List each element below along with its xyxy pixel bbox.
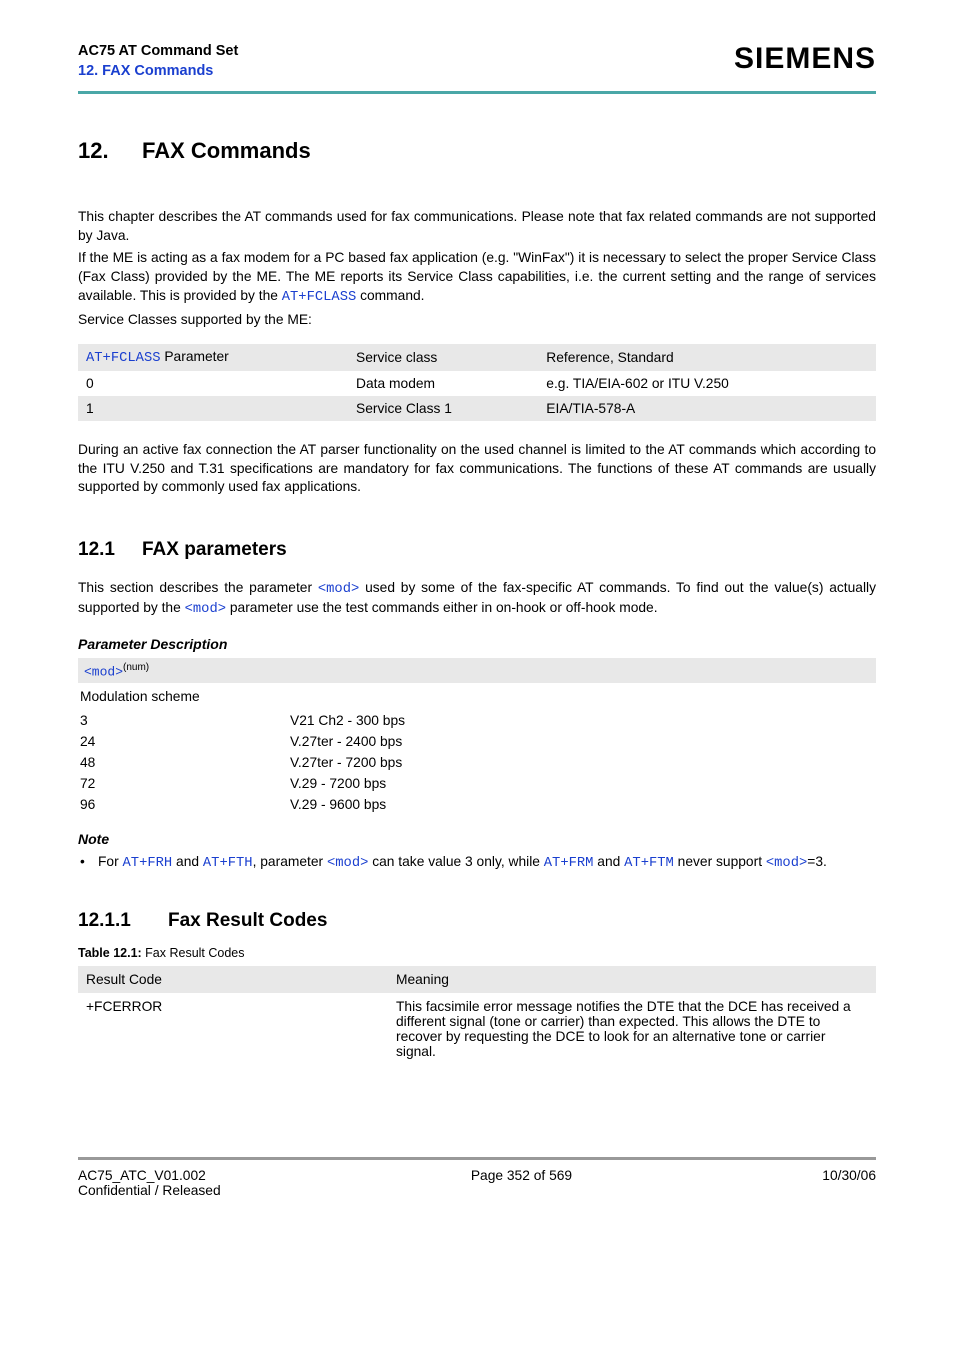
page: AC75 AT Command Set 12. FAX Commands SIE…: [0, 0, 954, 1234]
page-footer: AC75_ATC_V01.002 Confidential / Released…: [78, 1168, 876, 1198]
header-left: AC75 AT Command Set 12. FAX Commands: [78, 42, 238, 81]
table-caption: Table 12.1: Fax Result Codes: [78, 946, 876, 960]
table-header-row: AT+FCLASS Parameter Service class Refere…: [78, 344, 876, 371]
header-divider: [78, 91, 876, 94]
atfrh-link[interactable]: AT+FRH: [123, 856, 173, 871]
note-list: For AT+FRH and AT+FTH, parameter <mod> c…: [78, 853, 876, 874]
table-row: 0 Data modem e.g. TIA/EIA-602 or ITU V.2…: [78, 371, 876, 396]
chapter-outro: During an active fax connection the AT p…: [78, 441, 876, 497]
section-title: FAX parameters: [142, 539, 287, 560]
page-header: AC75 AT Command Set 12. FAX Commands SIE…: [78, 42, 876, 81]
chapter-heading: 12.FAX Commands: [78, 138, 876, 164]
mod-param-sup: (num): [123, 662, 149, 673]
fax-result-codes-table: Result Code Meaning +FCERROR This facsim…: [78, 966, 876, 1065]
atfth-link[interactable]: AT+FTH: [203, 856, 253, 871]
atfrm-link[interactable]: AT+FRM: [544, 856, 594, 871]
footer-divider: [78, 1157, 876, 1160]
doc-subtitle: 12. FAX Commands: [78, 62, 238, 82]
chapter-intro-1: This chapter describes the AT commands u…: [78, 208, 876, 245]
mod-param-tag[interactable]: <mod>: [84, 664, 123, 679]
mod-link-3[interactable]: <mod>: [327, 856, 368, 871]
note-item: For AT+FRH and AT+FTH, parameter <mod> c…: [78, 853, 876, 874]
atfclass-header-link[interactable]: AT+FCLASS: [86, 351, 161, 366]
atftm-link[interactable]: AT+FTM: [624, 856, 674, 871]
table-caption-label: Table 12.1:: [78, 946, 142, 960]
chapter-intro-2-pre: If the ME is acting as a fax modem for a…: [78, 250, 876, 302]
footer-doc-id: AC75_ATC_V01.002: [78, 1168, 221, 1183]
section-heading: 12.1FAX parameters: [78, 539, 876, 561]
siemens-logo: SIEMENS: [734, 42, 876, 76]
parameter-description-head: Parameter Description: [78, 636, 876, 652]
section-number: 12.1: [78, 539, 142, 561]
section-intro: This section describes the parameter <mo…: [78, 579, 876, 620]
subsection-heading: 12.1.1Fax Result Codes: [78, 910, 876, 932]
table-row: 1 Service Class 1 EIA/TIA-578-A: [78, 396, 876, 421]
modulation-scheme-title: Modulation scheme: [80, 689, 876, 704]
table-row: 24V.27ter - 2400 bps: [80, 731, 405, 752]
note-head: Note: [78, 831, 876, 847]
service-classes-intro: Service Classes supported by the ME:: [78, 311, 876, 330]
chapter-number: 12.: [78, 138, 142, 164]
table-row: 48V.27ter - 7200 bps: [80, 752, 405, 773]
table-caption-text: Fax Result Codes: [142, 946, 245, 960]
table-row: 72V.29 - 7200 bps: [80, 773, 405, 794]
footer-confidentiality: Confidential / Released: [78, 1183, 221, 1198]
table-header-row: Result Code Meaning: [78, 966, 876, 993]
col-header-param: AT+FCLASS Parameter: [78, 344, 348, 371]
result-code-cell: +FCERROR: [78, 993, 388, 1065]
chapter-title: FAX Commands: [142, 138, 311, 163]
subsection-number: 12.1.1: [78, 910, 168, 932]
footer-left: AC75_ATC_V01.002 Confidential / Released: [78, 1168, 221, 1198]
result-meaning-cell: This facsimile error message notifies th…: [388, 993, 876, 1065]
mod-link[interactable]: <mod>: [318, 582, 359, 597]
col-header-meaning: Meaning: [388, 966, 876, 993]
chapter-intro-2: If the ME is acting as a fax modem for a…: [78, 249, 876, 307]
atfclass-link[interactable]: AT+FCLASS: [282, 290, 357, 305]
table-row: 96V.29 - 9600 bps: [80, 794, 405, 815]
modulation-table: 3V21 Ch2 - 300 bps 24V.27ter - 2400 bps …: [80, 710, 405, 815]
col-header-ref: Reference, Standard: [538, 344, 876, 371]
table-row: 3V21 Ch2 - 300 bps: [80, 710, 405, 731]
footer-right: 10/30/06: [822, 1168, 876, 1198]
doc-subtitle-link[interactable]: 12. FAX Commands: [78, 63, 213, 79]
col-header-result-code: Result Code: [78, 966, 388, 993]
chapter-intro-2-post: command.: [356, 288, 424, 303]
mod-link-2[interactable]: <mod>: [185, 602, 226, 617]
col-header-class: Service class: [348, 344, 538, 371]
subsection-title: Fax Result Codes: [168, 910, 327, 931]
doc-title: AC75 AT Command Set: [78, 42, 238, 62]
mod-link-4[interactable]: <mod>: [766, 856, 807, 871]
table-row: +FCERROR This facsimile error message no…: [78, 993, 876, 1065]
footer-center: Page 352 of 569: [221, 1168, 823, 1198]
mod-param-bar: <mod>(num): [78, 658, 876, 683]
service-classes-table: AT+FCLASS Parameter Service class Refere…: [78, 344, 876, 421]
